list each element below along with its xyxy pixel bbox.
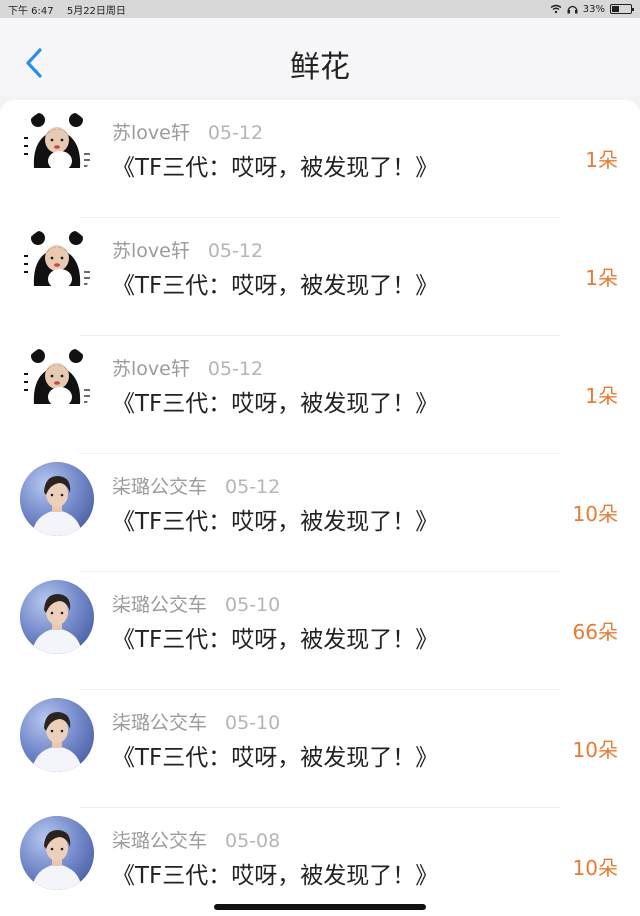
home-indicator[interactable]: [214, 904, 426, 910]
panda-avatar-image: [20, 226, 94, 300]
username[interactable]: 苏love轩: [112, 122, 190, 144]
date: 05-10: [225, 594, 281, 616]
panda-avatar-image: [20, 344, 94, 418]
avatar[interactable]: [20, 344, 94, 418]
username[interactable]: 柒璐公交车: [112, 712, 207, 734]
user-meta: 苏love轩 05-12: [112, 354, 263, 381]
story-title[interactable]: 《TF三代：哎呀，被发现了！》: [112, 738, 438, 772]
list-item[interactable]: 苏love轩 05-12 《TF三代：哎呀，被发现了！》 1朵: [0, 336, 640, 454]
wifi-icon: [550, 4, 562, 14]
story-title[interactable]: 《TF三代：哎呀，被发现了！》: [112, 856, 438, 890]
flower-count: 66朵: [572, 620, 618, 644]
battery-icon: [610, 4, 634, 14]
boy-avatar-image: [20, 698, 94, 772]
avatar[interactable]: [20, 226, 94, 300]
date: 05-10: [225, 712, 281, 734]
list-item[interactable]: 柒璐公交车 05-10 《TF三代：哎呀，被发现了！》 10朵: [0, 690, 640, 808]
story-title[interactable]: 《TF三代：哎呀，被发现了！》: [112, 502, 438, 536]
status-left: 下午 6:47 5月22日周日: [8, 2, 136, 17]
user-meta: 柒璐公交车 05-10: [112, 708, 280, 735]
panda-avatar-image: [20, 108, 94, 182]
user-meta: 苏love轩 05-12: [112, 118, 263, 145]
status-time: 下午 6:47: [8, 5, 54, 17]
nav-bar: 鲜花: [0, 18, 640, 96]
boy-avatar-image: [20, 580, 94, 654]
date: 05-12: [207, 240, 264, 262]
flower-count: 10朵: [572, 502, 618, 526]
date: 05-08: [225, 830, 281, 852]
status-bar: 下午 6:47 5月22日周日 33%: [0, 0, 640, 18]
avatar[interactable]: [20, 108, 94, 182]
username[interactable]: 柒璐公交车: [112, 594, 207, 616]
page-title: 鲜花: [290, 50, 350, 85]
user-meta: 柒璐公交车 05-10: [112, 590, 280, 617]
flower-count: 10朵: [572, 856, 618, 880]
user-meta: 柒璐公交车 05-12: [112, 472, 280, 499]
username[interactable]: 柒璐公交车: [112, 830, 207, 852]
date: 05-12: [207, 358, 264, 380]
status-date: 5月22日周日: [66, 5, 126, 17]
status-right: 33%: [550, 3, 634, 15]
avatar[interactable]: [20, 816, 94, 890]
headphones-icon: [567, 5, 578, 14]
username[interactable]: 苏love轩: [112, 240, 190, 262]
flower-count: 10朵: [572, 738, 618, 762]
flower-count: 1朵: [585, 148, 618, 172]
story-title[interactable]: 《TF三代：哎呀，被发现了！》: [112, 266, 438, 300]
avatar[interactable]: [20, 698, 94, 772]
date: 05-12: [225, 476, 281, 498]
avatar[interactable]: [20, 462, 94, 536]
story-title[interactable]: 《TF三代：哎呀，被发现了！》: [112, 620, 438, 654]
username[interactable]: 柒璐公交车: [112, 476, 207, 498]
flower-count: 1朵: [585, 384, 618, 408]
user-meta: 苏love轩 05-12: [112, 236, 263, 263]
boy-avatar-image: [20, 816, 94, 890]
boy-avatar-image: [20, 462, 94, 536]
username[interactable]: 苏love轩: [112, 358, 190, 380]
list-item[interactable]: 柒璐公交车 05-08 《TF三代：哎呀，被发现了！》 10朵: [0, 808, 640, 916]
story-title[interactable]: 《TF三代：哎呀，被发现了！》: [112, 148, 438, 182]
list-item[interactable]: 苏love轩 05-12 《TF三代：哎呀，被发现了！》 1朵: [0, 100, 640, 218]
avatar[interactable]: [20, 580, 94, 654]
list-item[interactable]: 柒璐公交车 05-12 《TF三代：哎呀，被发现了！》 10朵: [0, 454, 640, 572]
story-title[interactable]: 《TF三代：哎呀，被发现了！》: [112, 384, 438, 418]
flower-count: 1朵: [585, 266, 618, 290]
user-meta: 柒璐公交车 05-08: [112, 826, 280, 853]
date: 05-12: [207, 122, 264, 144]
list-item[interactable]: 苏love轩 05-12 《TF三代：哎呀，被发现了！》 1朵: [0, 218, 640, 336]
flower-list: 苏love轩 05-12 《TF三代：哎呀，被发现了！》 1朵 苏love轩 05-12…: [0, 100, 640, 916]
battery-percent: 33%: [582, 3, 605, 15]
list-item[interactable]: 柒璐公交车 05-10 《TF三代：哎呀，被发现了！》 66朵: [0, 572, 640, 690]
